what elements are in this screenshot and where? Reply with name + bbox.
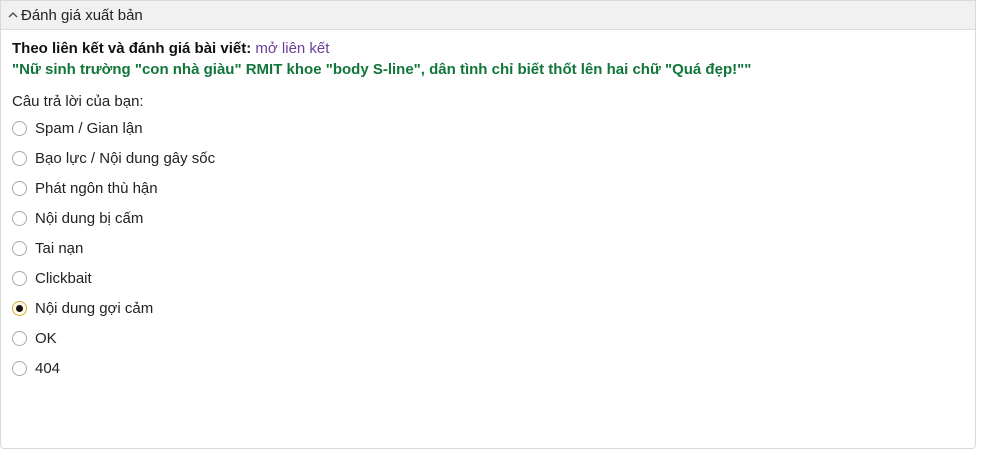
radio-button[interactable] — [12, 210, 27, 226]
article-title: "Nữ sinh trường "con nhà giàu" RMIT khoe… — [12, 61, 752, 78]
question-label: Câu trả lời của bạn: — [12, 93, 144, 110]
intro-label: Theo liên kết và đánh giá bài viết: — [12, 40, 252, 57]
option-label: Nội dung bị cấm — [35, 209, 144, 227]
radio-dot — [16, 304, 23, 312]
panel-title: Đánh giá xuất bản — [21, 6, 143, 24]
radio-button[interactable] — [12, 120, 27, 136]
option-label: 404 — [35, 359, 61, 377]
radio-button-selected[interactable] — [12, 300, 27, 316]
open-link[interactable]: mở liên kết — [255, 40, 329, 57]
option-label: Clickbait — [35, 269, 92, 287]
radio-button[interactable] — [12, 240, 27, 256]
intro-line: Theo liên kết và đánh giá bài viết: mở l… — [12, 39, 975, 58]
radio-button[interactable] — [12, 150, 27, 166]
publish-review-panel: Đánh giá xuất bản Theo liên kết và đánh … — [0, 0, 976, 449]
radio-button[interactable] — [12, 270, 27, 286]
option-label: Tai nạn — [35, 239, 84, 257]
chevron-up-icon[interactable] — [7, 9, 19, 21]
option-404[interactable]: 404 — [12, 350, 975, 386]
panel-content: Theo liên kết và đánh giá bài viết: mở l… — [1, 30, 975, 386]
option-label: OK — [35, 329, 57, 347]
option-label: Bạo lực / Nội dung gây sốc — [35, 149, 216, 167]
radio-button[interactable] — [12, 360, 27, 376]
panel-header[interactable]: Đánh giá xuất bản — [1, 1, 975, 30]
option-label: Spam / Gian lận — [35, 119, 143, 137]
answer-options: Spam / Gian lận Bạo lực / Nội dung gây s… — [12, 110, 975, 386]
radio-button[interactable] — [12, 180, 27, 196]
option-label: Phát ngôn thù hận — [35, 179, 158, 197]
option-label: Nội dung gợi cảm — [35, 299, 154, 317]
radio-button[interactable] — [12, 330, 27, 346]
